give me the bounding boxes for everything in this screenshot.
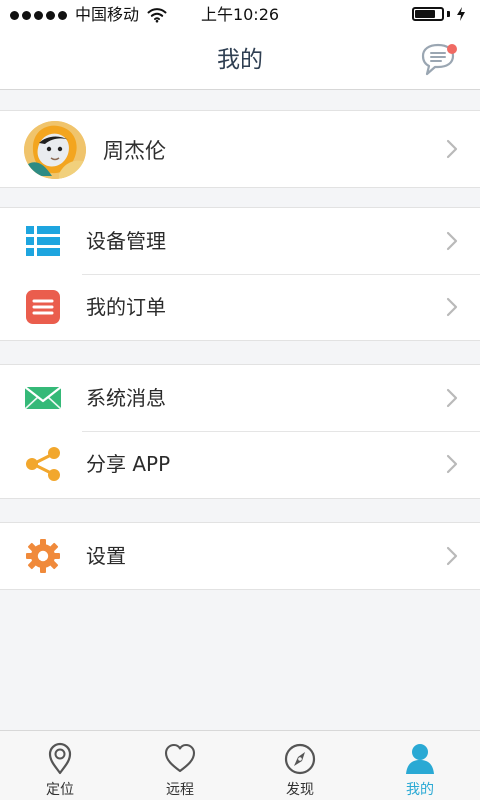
my-orders-label: 我的订单 — [86, 295, 166, 319]
signal-dot — [58, 10, 67, 20]
chevron-right-icon — [446, 139, 458, 159]
battery-icon — [412, 7, 466, 21]
signal-dot — [22, 10, 31, 20]
battery-body — [412, 7, 444, 21]
battery-tip — [447, 11, 450, 17]
settings-label: 设置 — [86, 544, 126, 568]
person-icon — [406, 744, 434, 774]
chevron-right-icon — [446, 231, 458, 251]
tab-mine[interactable]: 我的 — [360, 731, 480, 800]
chevron-right-icon — [446, 454, 458, 474]
profile-row[interactable]: 周杰伦 — [0, 111, 480, 187]
signal-dot — [10, 10, 19, 20]
compass-icon — [284, 743, 316, 775]
chat-bubble-icon[interactable] — [418, 43, 460, 79]
mail-icon — [24, 386, 62, 410]
battery-fill — [415, 10, 435, 18]
system-messages-row[interactable]: 系统消息 — [0, 365, 480, 431]
tab-label-location: 定位 — [46, 782, 74, 798]
profile-name: 周杰伦 — [103, 139, 166, 163]
chevron-right-icon — [446, 297, 458, 317]
notification-dot — [447, 44, 457, 54]
page-title: 我的 — [217, 47, 263, 73]
settings-row[interactable]: 设置 — [0, 523, 480, 589]
charging-bolt-icon — [457, 7, 465, 21]
tab-label-remote: 远程 — [166, 782, 194, 798]
tab-label-mine: 我的 — [406, 782, 434, 798]
tab-discover[interactable]: 发现 — [240, 731, 360, 800]
chevron-right-icon — [446, 388, 458, 408]
heart-icon — [164, 743, 196, 773]
device-orders-group: 设备管理 我的订单 — [0, 207, 480, 341]
status-left: 中国移动 — [10, 0, 167, 30]
signal-dot — [34, 10, 43, 20]
share-icon — [26, 447, 60, 481]
share-app-row[interactable]: 分享 APP — [0, 431, 480, 497]
settings-group: 设置 — [0, 522, 480, 590]
tab-remote[interactable]: 远程 — [120, 731, 240, 800]
chevron-right-icon — [446, 546, 458, 566]
location-pin-icon — [48, 742, 72, 775]
status-bar: 中国移动 上午10:26 — [0, 0, 480, 30]
header: 我的 — [0, 30, 480, 90]
carrier-label: 中国移动 — [75, 5, 140, 24]
wifi-icon — [147, 8, 167, 23]
tab-location[interactable]: 定位 — [0, 731, 120, 800]
signal-dots-icon — [10, 10, 67, 20]
my-orders-row[interactable]: 我的订单 — [0, 274, 480, 340]
bottom-tab-bar: 定位 远程 发现 我的 — [0, 730, 480, 800]
device-management-row[interactable]: 设备管理 — [0, 208, 480, 274]
message-share-group: 系统消息 分享 APP — [0, 364, 480, 499]
share-app-label: 分享 APP — [86, 452, 171, 476]
user-avatar-photo — [24, 121, 86, 179]
profile-card[interactable]: 周杰伦 — [0, 110, 480, 188]
signal-dot — [46, 10, 55, 20]
tab-label-discover: 发现 — [286, 782, 314, 798]
device-list-icon — [26, 226, 60, 256]
mobile-screen: 中国移动 上午10:26 我的 周杰伦 设备管理 我的订单 系统消息 分享 AP… — [0, 0, 480, 800]
order-list-icon — [26, 290, 60, 324]
device-management-label: 设备管理 — [86, 229, 166, 253]
system-messages-label: 系统消息 — [86, 386, 166, 410]
gear-icon — [26, 539, 60, 573]
